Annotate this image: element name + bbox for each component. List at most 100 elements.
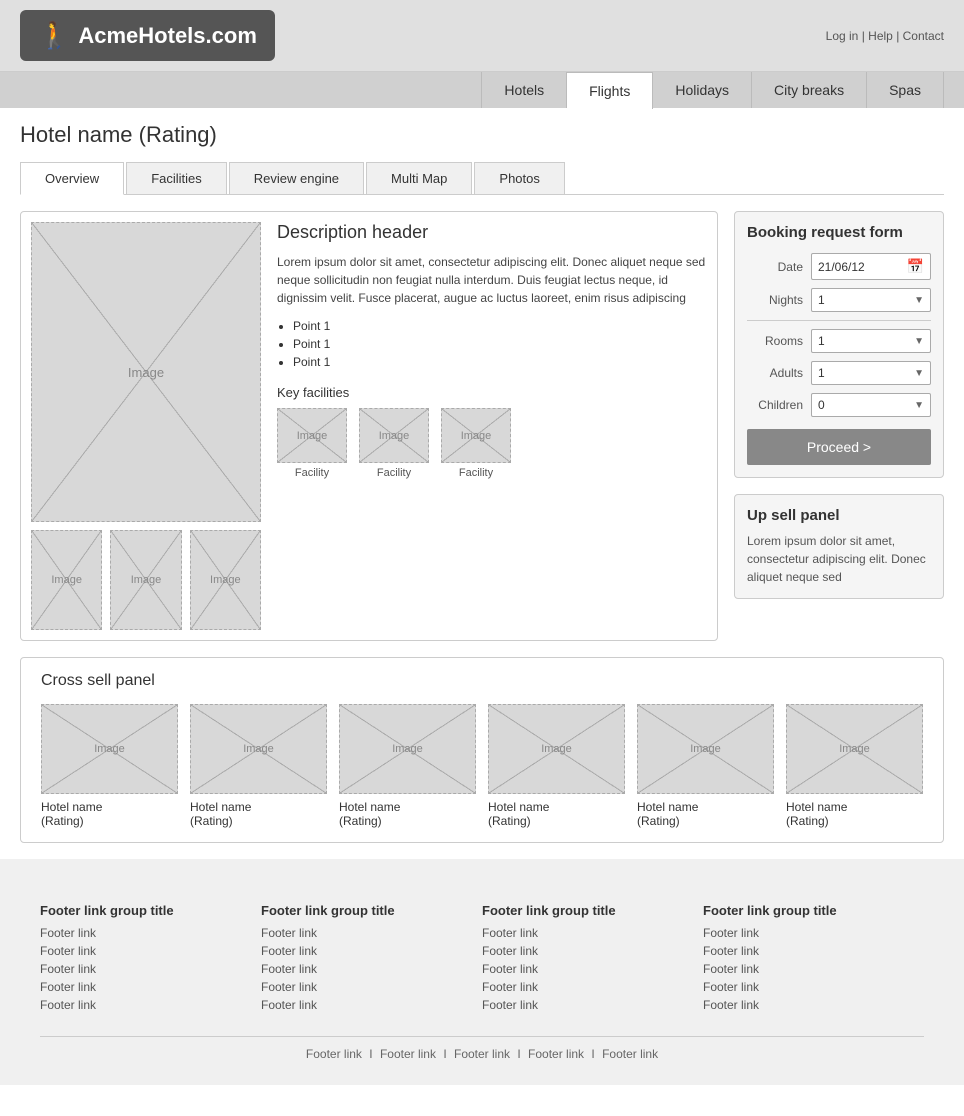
footer-col-1-link-4[interactable]: Footer link	[40, 980, 261, 994]
facility-label-2: Facility	[377, 467, 411, 479]
bullet-1: Point 1	[293, 319, 707, 333]
footer-col-2-link-2[interactable]: Footer link	[261, 944, 482, 958]
facility-image-1: Image	[277, 408, 347, 463]
cross-sell-name-3: Hotel name(Rating)	[339, 800, 476, 828]
footer-col-3-link-3[interactable]: Footer link	[482, 962, 703, 976]
footer-col-3-link-2[interactable]: Footer link	[482, 944, 703, 958]
nav-flights[interactable]: Flights	[567, 72, 653, 109]
footer-col-2-link-4[interactable]: Footer link	[261, 980, 482, 994]
rooms-select[interactable]: 1 ▼	[811, 329, 931, 353]
bullet-list: Point 1 Point 1 Point 1	[293, 319, 707, 369]
footer-col-3-link-5[interactable]: Footer link	[482, 998, 703, 1012]
calendar-icon: 📅	[907, 258, 924, 275]
footer-bottom-link-3[interactable]: Footer link	[454, 1047, 510, 1061]
footer-col-1-link-1[interactable]: Footer link	[40, 926, 261, 940]
contact-link[interactable]: Contact	[903, 29, 944, 43]
nav-city-breaks[interactable]: City breaks	[752, 72, 867, 108]
cross-sell-image-4: Image	[488, 704, 625, 794]
header: 🚶 AcmeHotels.com Log in | Help | Contact	[0, 0, 964, 72]
cross-sell-item-2[interactable]: Image Hotel name(Rating)	[190, 704, 327, 828]
logo[interactable]: 🚶 AcmeHotels.com	[20, 10, 275, 61]
tab-overview[interactable]: Overview	[20, 162, 124, 195]
tab-facilities[interactable]: Facilities	[126, 162, 227, 194]
tab-multi-map[interactable]: Multi Map	[366, 162, 472, 194]
footer-col-4-link-1[interactable]: Footer link	[703, 926, 924, 940]
booking-form: Booking request form Date 21/06/12 📅 Nig…	[734, 211, 944, 478]
footer-col-4-link-5[interactable]: Footer link	[703, 998, 924, 1012]
footer-col-1-link-2[interactable]: Footer link	[40, 944, 261, 958]
main-image: Image	[31, 222, 261, 522]
children-row: Children 0 ▼	[747, 393, 931, 417]
facility-image-3: Image	[441, 408, 511, 463]
cross-sell-item-1[interactable]: Image Hotel name(Rating)	[41, 704, 178, 828]
footer-col-4-link-3[interactable]: Footer link	[703, 962, 924, 976]
nav-hotels[interactable]: Hotels	[481, 72, 567, 108]
footer-col-2-link-1[interactable]: Footer link	[261, 926, 482, 940]
facility-item-3: Image Facility	[441, 408, 511, 479]
cross-sell-image-5: Image	[637, 704, 774, 794]
help-link[interactable]: Help	[868, 29, 893, 43]
footer-col-2-link-5[interactable]: Footer link	[261, 998, 482, 1012]
cross-sell-image-2: Image	[190, 704, 327, 794]
rooms-arrow: ▼	[914, 336, 924, 347]
footer-col-3-title: Footer link group title	[482, 903, 703, 918]
footer-col-4-title: Footer link group title	[703, 903, 924, 918]
footer-bottom-link-2[interactable]: Footer link	[380, 1047, 436, 1061]
tab-photos[interactable]: Photos	[474, 162, 564, 194]
right-panel: Booking request form Date 21/06/12 📅 Nig…	[734, 211, 944, 641]
facility-image-2: Image	[359, 408, 429, 463]
footer-col-1: Footer link group title Footer link Foot…	[40, 903, 261, 1016]
tabs: Overview Facilities Review engine Multi …	[20, 162, 944, 195]
description-col: Description header Lorem ipsum dolor sit…	[261, 222, 707, 630]
footer-col-4-link-2[interactable]: Footer link	[703, 944, 924, 958]
small-image-2: Image	[110, 530, 181, 630]
nights-select[interactable]: 1 ▼	[811, 288, 931, 312]
date-input[interactable]: 21/06/12 📅	[811, 253, 931, 280]
logo-text: AcmeHotels.com	[78, 23, 257, 49]
content-row: Image Image Image Image	[31, 222, 707, 630]
footer-col-3-link-4[interactable]: Footer link	[482, 980, 703, 994]
footer: Footer link group title Footer link Foot…	[0, 879, 964, 1085]
cross-sell-name-6: Hotel name(Rating)	[786, 800, 923, 828]
tab-review-engine[interactable]: Review engine	[229, 162, 364, 194]
adults-select[interactable]: 1 ▼	[811, 361, 931, 385]
cross-sell-item-3[interactable]: Image Hotel name(Rating)	[339, 704, 476, 828]
date-row: Date 21/06/12 📅	[747, 253, 931, 280]
footer-col-1-title: Footer link group title	[40, 903, 261, 918]
children-arrow: ▼	[914, 400, 924, 411]
footer-bottom-link-4[interactable]: Footer link	[528, 1047, 584, 1061]
cross-sell-item-5[interactable]: Image Hotel name(Rating)	[637, 704, 774, 828]
nights-label: Nights	[747, 293, 803, 307]
cross-sell-name-4: Hotel name(Rating)	[488, 800, 625, 828]
footer-col-2-title: Footer link group title	[261, 903, 482, 918]
cross-sell-title: Cross sell panel	[41, 672, 923, 690]
footer-col-3-link-1[interactable]: Footer link	[482, 926, 703, 940]
footer-bottom-link-5[interactable]: Footer link	[602, 1047, 658, 1061]
footer-col-2-link-3[interactable]: Footer link	[261, 962, 482, 976]
footer-col-4-link-4[interactable]: Footer link	[703, 980, 924, 994]
facility-label-1: Facility	[295, 467, 329, 479]
footer-col-1-link-3[interactable]: Footer link	[40, 962, 261, 976]
description-header: Description header	[277, 222, 707, 243]
cross-sell-item-4[interactable]: Image Hotel name(Rating)	[488, 704, 625, 828]
cross-sell-items: Image Hotel name(Rating) Image Hotel nam…	[41, 704, 923, 828]
page-title: Hotel name (Rating)	[0, 108, 964, 162]
logo-icon: 🚶	[38, 20, 70, 51]
nav-holidays[interactable]: Holidays	[653, 72, 752, 108]
proceed-button[interactable]: Proceed >	[747, 429, 931, 465]
children-select[interactable]: 0 ▼	[811, 393, 931, 417]
login-link[interactable]: Log in	[826, 29, 859, 43]
nav-spas[interactable]: Spas	[867, 72, 944, 108]
footer-bottom-link-1[interactable]: Footer link	[306, 1047, 362, 1061]
form-separator	[747, 320, 931, 321]
upsell-panel: Up sell panel Lorem ipsum dolor sit amet…	[734, 494, 944, 599]
booking-form-title: Booking request form	[747, 224, 931, 241]
cross-sell-image-3: Image	[339, 704, 476, 794]
adults-arrow: ▼	[914, 368, 924, 379]
upsell-text: Lorem ipsum dolor sit amet, consectetur …	[747, 532, 931, 586]
nights-row: Nights 1 ▼	[747, 288, 931, 312]
footer-col-1-link-5[interactable]: Footer link	[40, 998, 261, 1012]
small-image-3: Image	[190, 530, 261, 630]
cross-sell-item-6[interactable]: Image Hotel name(Rating)	[786, 704, 923, 828]
cross-sell-image-1: Image	[41, 704, 178, 794]
